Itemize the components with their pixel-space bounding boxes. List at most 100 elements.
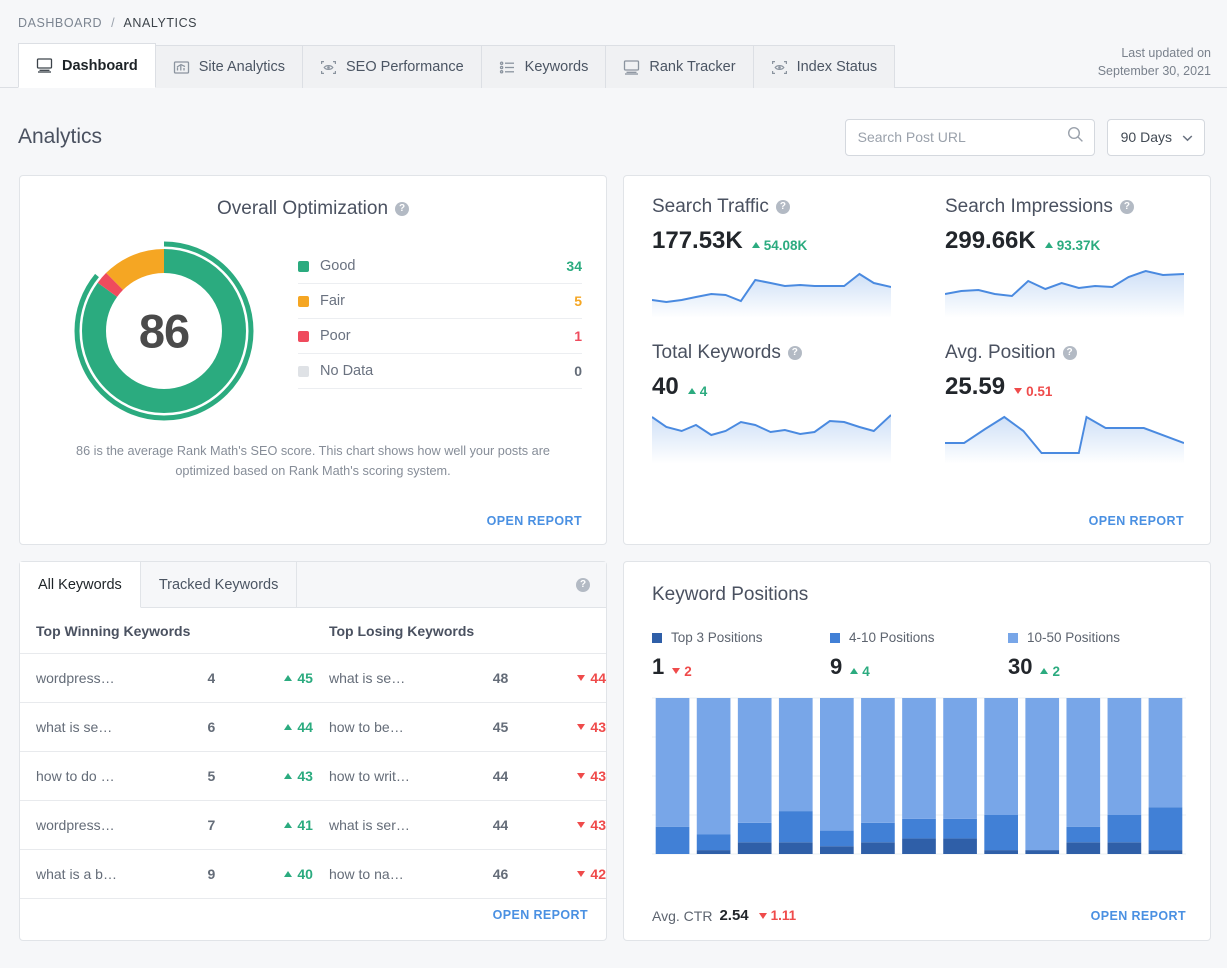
winning-keyword[interactable]: wordpress log in (20, 653, 118, 703)
keyword-positions-open-report-link[interactable]: OPEN REPORT (1091, 909, 1186, 923)
arrow-up-icon (1044, 242, 1053, 248)
metric-delta: 54.08K (751, 238, 807, 253)
winning-position: 4 (117, 653, 216, 703)
date-range-select[interactable]: 90 Days (1106, 118, 1205, 156)
bar-segment[interactable] (655, 698, 690, 827)
arrow-down-icon (577, 675, 586, 681)
tab-index-status[interactable]: Index Status (753, 45, 896, 88)
tab-dashboard[interactable]: Dashboard (18, 43, 156, 88)
losing-position: 48 (410, 653, 509, 703)
bar-segment[interactable] (1066, 826, 1101, 843)
bar-segment[interactable] (820, 830, 854, 847)
tab-all-keywords[interactable]: All Keywords (20, 562, 141, 608)
bar-segment[interactable] (737, 698, 772, 823)
bar-segment[interactable] (984, 815, 1018, 851)
bar-segment[interactable] (737, 842, 772, 854)
bar-segment[interactable] (1148, 807, 1183, 851)
bar-segment[interactable] (902, 818, 936, 839)
bar-segment[interactable] (1025, 850, 1060, 854)
tab-site-analytics[interactable]: Site Analytics (155, 45, 303, 88)
arrow-up-icon (284, 773, 293, 779)
tab-rank-tracker[interactable]: Rank Tracker (606, 45, 754, 88)
winning-keyword[interactable]: what is seo service (20, 702, 118, 752)
winning-keyword[interactable]: what is a backlink seo (20, 849, 118, 899)
bar-segment[interactable] (984, 850, 1018, 854)
bar-segment[interactable] (943, 838, 977, 854)
help-icon[interactable]: ? (576, 577, 590, 592)
bar-segment[interactable] (943, 818, 977, 839)
bar-segment[interactable] (696, 834, 731, 851)
bar-segment[interactable] (737, 822, 772, 843)
optimization-open-report-link[interactable]: OPEN REPORT (487, 514, 582, 528)
bar-segment[interactable] (984, 698, 1018, 815)
arrow-down-icon (577, 724, 586, 730)
sparkline-search-traffic (652, 263, 891, 318)
metric-value: 25.59 (945, 373, 1006, 400)
legend-delta-value: 2 (684, 663, 692, 679)
bar-segment[interactable] (1107, 815, 1142, 843)
winning-keyword[interactable]: how to do seo for website (20, 751, 118, 801)
bar-segment[interactable] (778, 842, 813, 854)
tab-tracked-keywords[interactable]: Tracked Keywords (140, 562, 298, 607)
sparkline-avg-position (945, 409, 1184, 464)
bar-segment[interactable] (1107, 698, 1142, 815)
metric-value: 177.53K (652, 227, 743, 254)
bar-segment[interactable] (820, 846, 854, 854)
legend-swatch (652, 632, 662, 643)
bar-segment[interactable] (1148, 698, 1183, 808)
bar-segment[interactable] (778, 811, 813, 843)
help-icon[interactable]: ? (775, 200, 790, 214)
tab-bar: Dashboard Site Analytics SEO Performance (0, 43, 1227, 88)
avg-ctr-label: Avg. CTR (652, 907, 713, 924)
tab-keywords[interactable]: Keywords (481, 45, 607, 88)
legend-swatch (1008, 632, 1018, 643)
eye-scan-icon (320, 60, 337, 75)
bar-segment[interactable] (778, 698, 813, 812)
legend-label: Poor (320, 328, 351, 344)
legend-row-poor: Poor 1 (298, 319, 582, 354)
losing-keyword[interactable]: how to name images for s… (312, 849, 411, 899)
bar-segment[interactable] (861, 842, 895, 854)
metrics-open-report-link[interactable]: OPEN REPORT (1089, 514, 1184, 528)
bar-segment[interactable] (861, 698, 895, 823)
bar-segment[interactable] (1025, 698, 1060, 851)
winning-keyword[interactable]: wordpress pricing (20, 800, 118, 850)
tab-seo-performance[interactable]: SEO Performance (303, 45, 482, 88)
losing-keyword[interactable]: how to write a meta descr… (312, 751, 411, 801)
help-icon[interactable]: ? (1119, 200, 1134, 214)
losing-keyword[interactable]: what is serp in seo (312, 800, 411, 850)
bar-segment[interactable] (902, 698, 936, 819)
overall-optimization-card: Overall Optimization ? 86 Good 34 Fair 5… (19, 175, 607, 545)
bar-segment[interactable] (943, 698, 977, 819)
bar-segment[interactable] (1066, 842, 1101, 854)
losing-keyword[interactable]: how to become seo (312, 702, 411, 752)
bar-segment[interactable] (1148, 850, 1183, 854)
losing-change: 42 (508, 849, 606, 899)
arrow-down-icon (1014, 388, 1023, 394)
help-icon[interactable]: ? (395, 202, 410, 216)
losing-keyword[interactable]: what is seo and how does… (312, 653, 411, 703)
help-icon[interactable]: ? (787, 346, 802, 360)
keywords-table: Top Winning Keywords Top Losing Keywords… (20, 608, 606, 899)
breadcrumb-parent[interactable]: DASHBOARD (18, 16, 102, 30)
bar-segment[interactable] (1107, 842, 1142, 854)
sparkline-total-keywords (652, 409, 891, 464)
search-input[interactable] (857, 129, 1067, 145)
metric-header: Total Keywords ? (652, 342, 891, 364)
help-icon[interactable]: ? (1062, 346, 1077, 360)
arrow-up-icon (284, 822, 293, 828)
bar-segment[interactable] (820, 698, 854, 831)
bar-segment[interactable] (1066, 698, 1101, 827)
bar-segment[interactable] (696, 850, 731, 854)
search-box[interactable] (844, 118, 1095, 156)
metric-title: Avg. Position (945, 342, 1056, 363)
bar-segment[interactable] (861, 822, 895, 843)
optimization-legend: Good 34 Fair 5 Poor 1 No Data 0 (284, 236, 582, 426)
bar-segment[interactable] (902, 838, 936, 854)
keywords-open-report-link[interactable]: OPEN REPORT (493, 908, 588, 922)
bar-segment[interactable] (696, 698, 731, 835)
search-icon[interactable] (1067, 126, 1084, 148)
column-header-losing: Top Losing Keywords (312, 608, 606, 654)
bar-segment[interactable] (655, 826, 690, 854)
last-updated: Last updated on September 30, 2021 (1098, 44, 1227, 87)
